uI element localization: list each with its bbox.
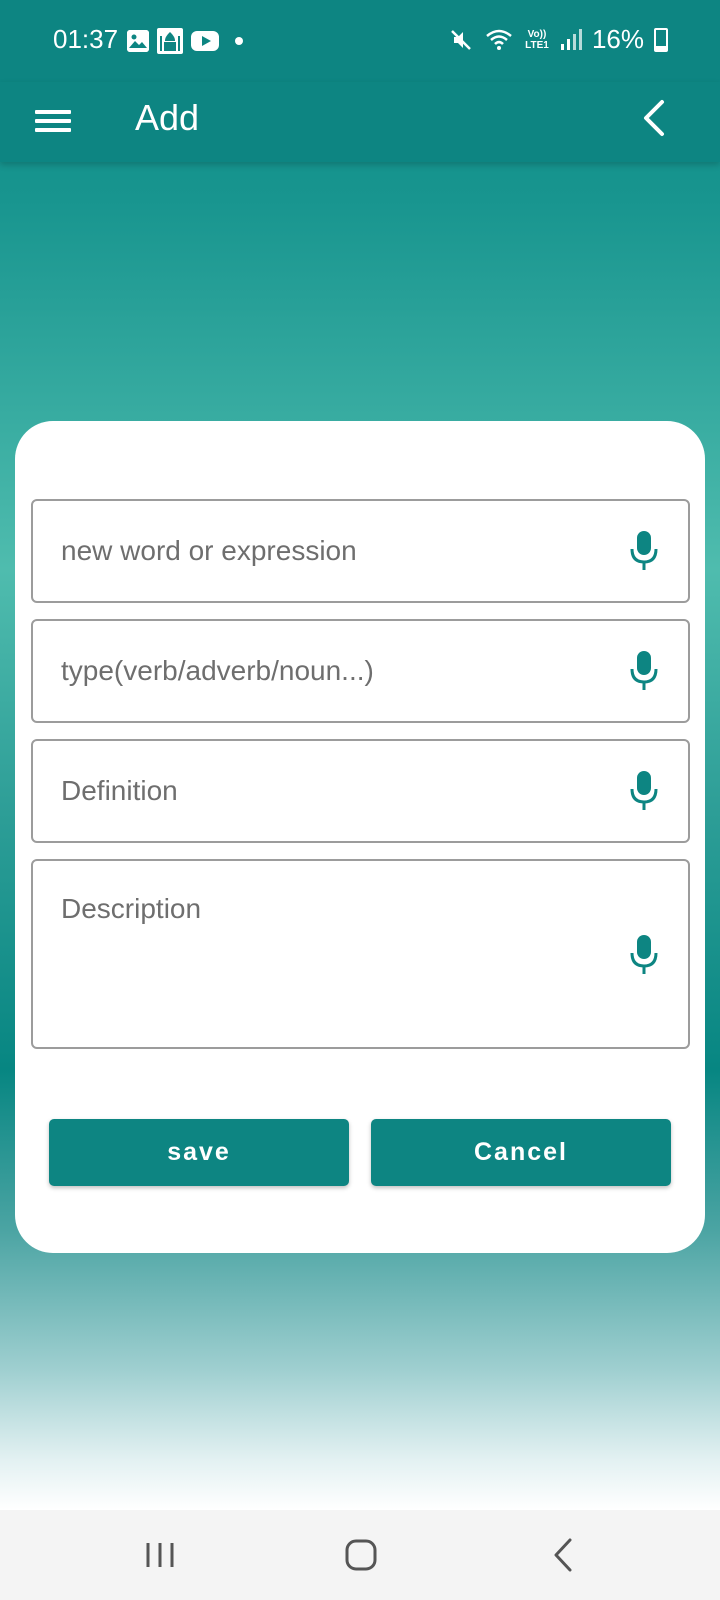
volte-lte-icon: Vo)) LTE1 [525, 28, 549, 51]
notification-dot-icon [235, 37, 243, 45]
microphone-icon[interactable] [628, 649, 660, 693]
type-field [31, 619, 690, 723]
battery-icon [654, 27, 668, 52]
definition-input[interactable] [61, 741, 608, 841]
description-field [31, 859, 690, 1049]
app-bar: Add [0, 82, 720, 162]
battery-percentage: 16% [591, 24, 644, 54]
signal-icon [560, 28, 582, 50]
description-input[interactable] [61, 893, 608, 1027]
youtube-icon [191, 31, 219, 51]
back-icon[interactable] [543, 1535, 583, 1575]
gallery-icon [127, 30, 149, 52]
chevron-left-icon[interactable] [632, 94, 680, 142]
hamburger-menu-icon[interactable] [35, 102, 71, 138]
recent-apps-icon[interactable] [140, 1535, 180, 1575]
save-button[interactable]: save [49, 1119, 349, 1186]
status-system-icons: Vo)) LTE1 16% [448, 24, 668, 55]
microphone-icon[interactable] [628, 529, 660, 573]
cancel-button[interactable]: Cancel [371, 1119, 671, 1186]
add-word-card: save Cancel [15, 421, 705, 1253]
home-icon[interactable] [341, 1535, 381, 1575]
mute-icon [451, 29, 471, 50]
microphone-icon[interactable] [628, 769, 660, 813]
status-notification-icons [127, 28, 243, 54]
wifi-icon [486, 29, 512, 50]
status-time: 01:37 [53, 24, 119, 54]
definition-field [31, 739, 690, 843]
page-title: Add [135, 97, 200, 138]
status-bar: 01:37 Vo)) LTE1 16% [0, 0, 720, 82]
word-field [31, 499, 690, 603]
microphone-icon[interactable] [628, 933, 660, 977]
prayer-app-icon [157, 28, 183, 54]
word-input[interactable] [61, 501, 608, 601]
system-nav-bar [0, 1510, 720, 1600]
type-input[interactable] [61, 621, 608, 721]
